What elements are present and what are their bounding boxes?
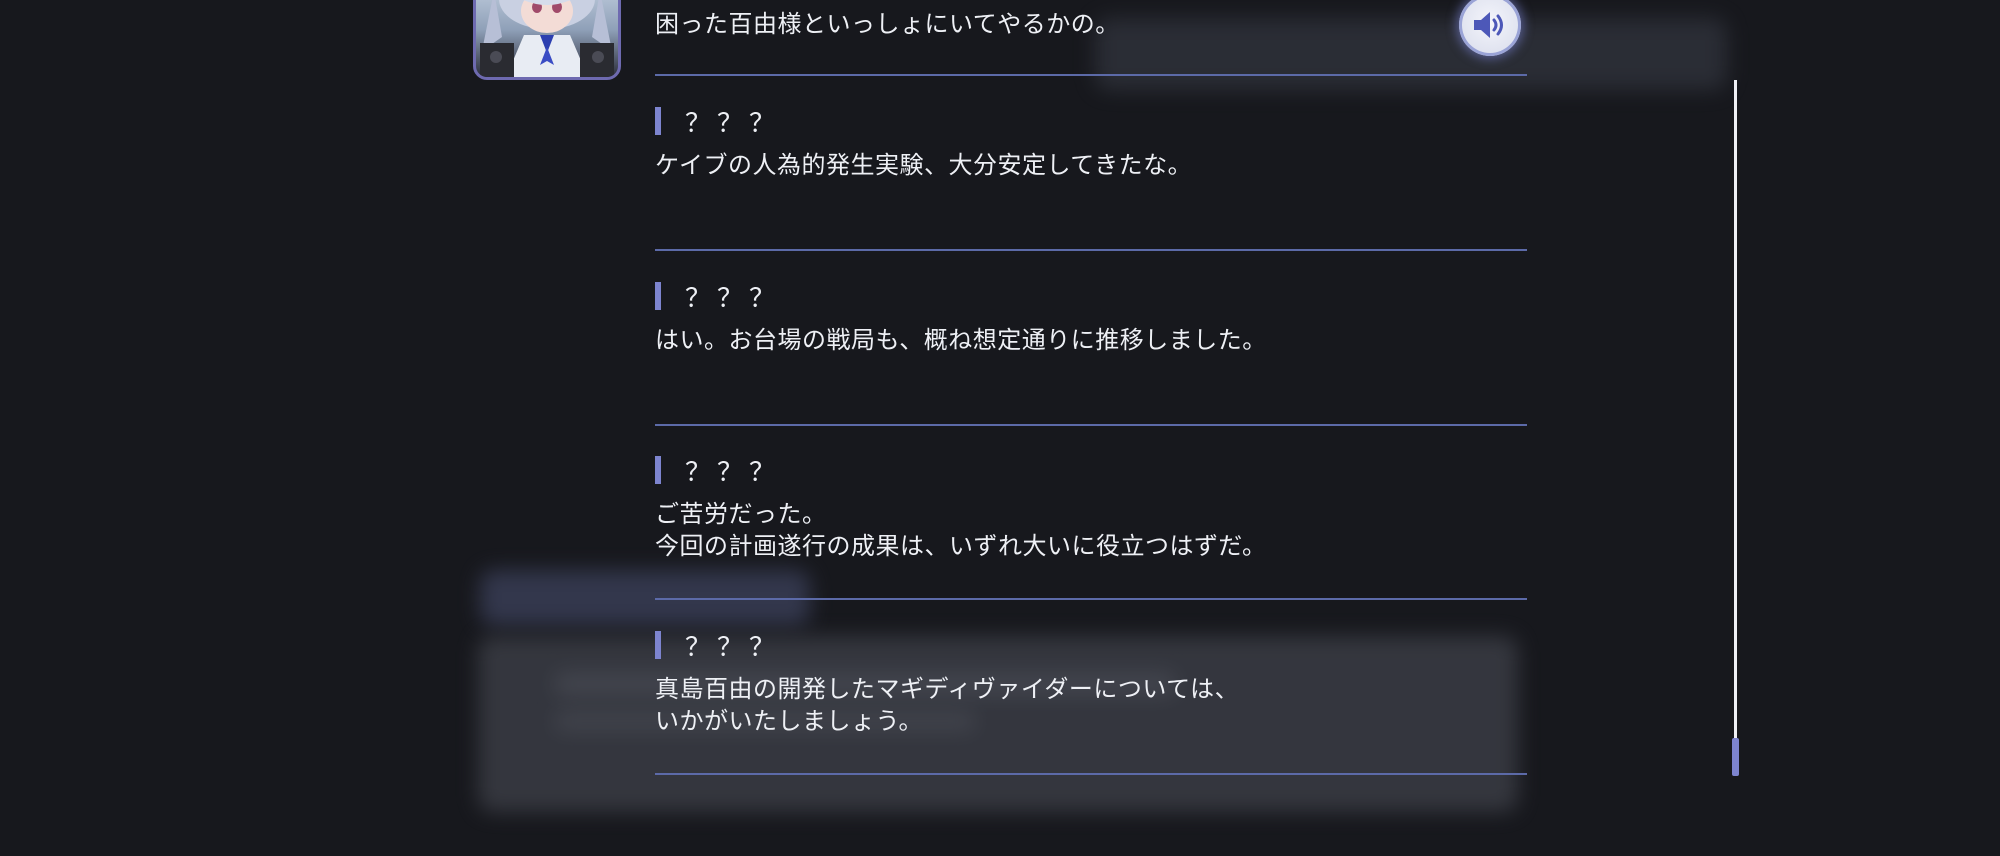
- entry-text: ケイブの人為的発生実験、大分安定してきたな。: [655, 149, 1192, 181]
- character-portrait: [473, 0, 621, 80]
- entry-text-line: いかがいたしましょう。: [655, 707, 924, 735]
- speaker-label: ？？？: [655, 282, 781, 314]
- speaker-accent-bar: [655, 107, 661, 135]
- backlog-entry: ？？？ 真島百由の開発したマギディヴァイダーについては、 いかがいたしましょう。: [655, 631, 1527, 771]
- backlog-entry: ？？？ ケイブの人為的発生実験、大分安定してきたな。: [655, 107, 1527, 247]
- backlog-entry: ？？？ はい。お台場の戦局も、概ね想定通りに推移しました。: [655, 282, 1527, 422]
- speaker-accent-bar: [655, 456, 661, 484]
- speaker-name: ？？？: [685, 283, 782, 314]
- entry-divider: [655, 773, 1527, 775]
- speaker-label: ？？？: [655, 456, 781, 488]
- entry-text: ご苦労だった。 今回の計画遂行の成果は、いずれ大いに役立つはずだ。: [655, 498, 1267, 562]
- entry-divider: [655, 424, 1527, 426]
- speaker-name: ？？？: [685, 457, 782, 488]
- scrollbar-thumb[interactable]: [1732, 738, 1739, 776]
- speaker-name: ？？？: [685, 632, 782, 663]
- entry-text: はい。お台場の戦局も、概ね想定通りに推移しました。: [655, 324, 1267, 356]
- speaker-name: ？？？: [685, 108, 782, 139]
- entry-text: 真島百由の開発したマギディヴァイダーについては、 いかがいたしましょう。: [655, 673, 1239, 737]
- entry-divider: [655, 598, 1527, 600]
- speaker-label: ？？？: [655, 631, 781, 663]
- blurred-top-panel: [1095, 18, 1727, 90]
- speaker-accent-bar: [655, 282, 661, 310]
- backlog-screen: 困った百由様といっしょにいてやるかの。 ？？？ ケイブの人為的発生実験、大分安定…: [0, 0, 2000, 856]
- entry-text-line: 今回の計画遂行の成果は、いずれ大いに役立つはずだ。: [655, 532, 1267, 560]
- speaker-accent-bar: [655, 631, 661, 659]
- backlog-text-line: 困った百由様といっしょにいてやるかの。: [655, 10, 1120, 38]
- speaker-label: ？？？: [655, 107, 781, 139]
- entry-text-line: ご苦労だった。: [655, 500, 827, 528]
- entry-divider: [655, 74, 1527, 76]
- entry-text-line: 真島百由の開発したマギディヴァイダーについては、: [655, 675, 1240, 703]
- backlog-entry: ？？？ ご苦労だった。 今回の計画遂行の成果は、いずれ大いに役立つはずだ。: [655, 456, 1527, 596]
- entry-divider: [655, 249, 1527, 251]
- entry-text-line: はい。お台場の戦局も、概ね想定通りに推移しました。: [655, 326, 1267, 354]
- scrollbar-track[interactable]: [1734, 80, 1737, 776]
- entry-text-line: ケイブの人為的発生実験、大分安定してきたな。: [655, 151, 1193, 179]
